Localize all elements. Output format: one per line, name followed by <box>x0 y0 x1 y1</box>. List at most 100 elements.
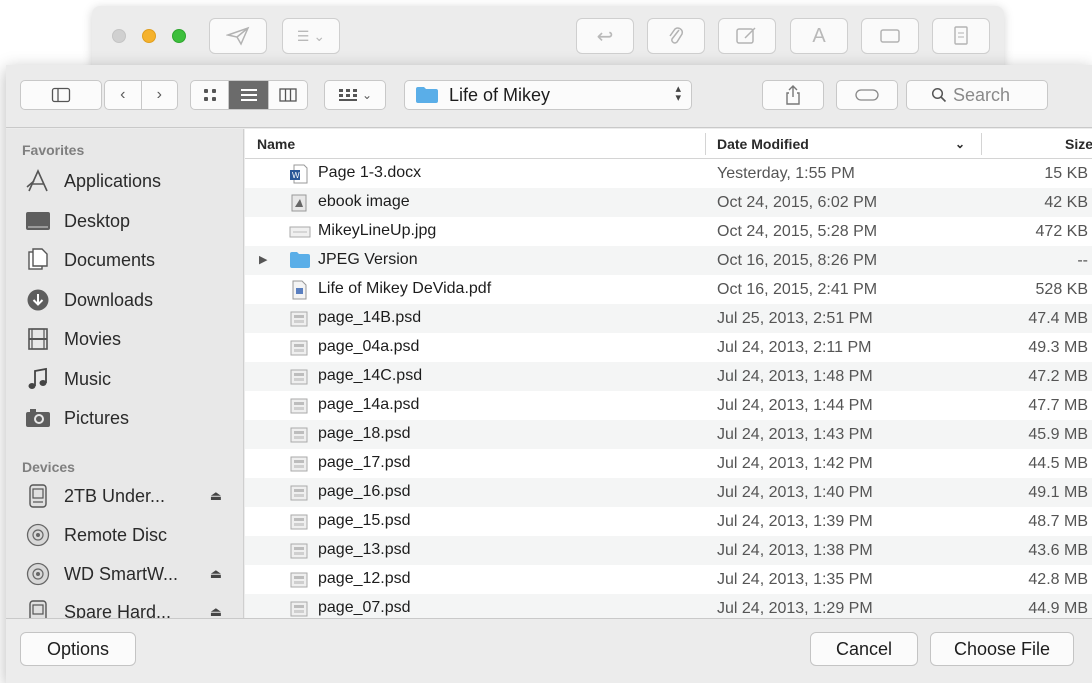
open-file-panel: ‹ › ⌄ Life of Mikey ▴ ▾ Search Favorites… <box>6 65 1092 683</box>
file-row[interactable]: page_15.psd Jul 24, 2013, 1:39 PM 48.7 MB <box>245 507 1092 536</box>
file-size: 42 KB <box>1044 194 1088 211</box>
stationery-button[interactable] <box>932 18 990 54</box>
devices-header: Devices <box>22 459 75 475</box>
file-row[interactable]: page_18.psd Jul 24, 2013, 1:43 PM 45.9 MB <box>245 420 1092 449</box>
folder-row[interactable]: ▶ JPEG Version Oct 16, 2015, 8:26 PM -- <box>245 246 1092 275</box>
sidebar-item-wd-smartware[interactable]: WD SmartW... ⏏ <box>24 559 236 589</box>
search-field[interactable]: Search <box>906 80 1048 110</box>
psd-file-icon <box>289 599 309 618</box>
file-name: page_14B.psd <box>318 309 422 326</box>
share-icon <box>786 85 800 105</box>
name-column-header[interactable]: Name <box>257 136 295 152</box>
cancel-button[interactable]: Cancel <box>810 632 918 666</box>
file-row[interactable]: page_04a.psd Jul 24, 2013, 2:11 PM 49.3 MB <box>245 333 1092 362</box>
file-name: Life of Mikey DeVida.pdf <box>318 280 492 297</box>
file-row[interactable]: page_17.psd Jul 24, 2013, 1:42 PM 44.5 MB <box>245 449 1092 478</box>
downloads-icon <box>24 287 52 313</box>
column-view-button[interactable] <box>267 81 307 109</box>
list-icon: ☰ ⌄ <box>296 27 326 44</box>
file-name: MikeyLineUp.jpg <box>318 222 437 239</box>
file-date-modified: Jul 24, 2013, 1:38 PM <box>717 542 873 559</box>
file-row[interactable]: page_14B.psd Jul 25, 2013, 2:51 PM 47.4 MB <box>245 304 1092 333</box>
panel-footer: Options Cancel Choose File <box>6 618 1092 683</box>
file-name: page_07.psd <box>318 599 411 616</box>
search-placeholder: Search <box>953 84 1011 105</box>
zoom-window-button[interactable] <box>172 29 186 43</box>
psd-file-icon <box>289 570 309 590</box>
file-name: page_13.psd <box>318 541 411 558</box>
sidebar-item-spare-hard[interactable]: Spare Hard... ⏏ <box>24 597 236 618</box>
choose-file-button[interactable]: Choose File <box>930 632 1074 666</box>
file-row[interactable]: page_14C.psd Jul 24, 2013, 1:48 PM 47.2 MB <box>245 362 1092 391</box>
markup-button[interactable] <box>718 18 776 54</box>
file-name: page_18.psd <box>318 425 411 442</box>
file-row[interactable]: page_16.psd Jul 24, 2013, 1:40 PM 49.1 MB <box>245 478 1092 507</box>
sort-chevron-icon[interactable]: ⌄ <box>955 137 965 151</box>
file-row[interactable]: page_14a.psd Jul 24, 2013, 1:44 PM 47.7 MB <box>245 391 1092 420</box>
tags-button[interactable] <box>836 80 898 110</box>
column-divider <box>705 133 706 155</box>
file-date-modified: Jul 24, 2013, 1:35 PM <box>717 571 873 588</box>
sidebar-item-2tb-drive[interactable]: 2TB Under... ⏏ <box>24 481 236 511</box>
sidebar-item-remote-disc[interactable]: Remote Disc <box>24 520 236 550</box>
file-date-modified: Jul 24, 2013, 1:40 PM <box>717 484 873 501</box>
sidebar-item-desktop[interactable]: Desktop <box>24 206 236 236</box>
word-document-icon: W <box>289 164 309 184</box>
reply-button[interactable]: ↩ <box>576 18 634 54</box>
eject-icon[interactable]: ⏏ <box>210 488 222 504</box>
sidebar-item-label: WD SmartW... <box>64 563 178 584</box>
psd-file-icon <box>289 454 309 474</box>
file-row[interactable]: Life of Mikey DeVida.pdf Oct 16, 2015, 2:… <box>245 275 1092 304</box>
column-divider <box>981 133 982 155</box>
location-title: Life of Mikey <box>449 84 551 105</box>
disclosure-triangle-icon[interactable]: ▶ <box>259 253 267 266</box>
file-date-modified: Oct 24, 2015, 5:28 PM <box>717 223 878 240</box>
sidebar: Favorites Applications Desktop Documents… <box>6 129 244 618</box>
sidebar-item-music[interactable]: Music <box>24 364 236 394</box>
minimize-window-button[interactable] <box>142 29 156 43</box>
eject-icon[interactable]: ⏏ <box>210 566 222 582</box>
file-size: 45.9 MB <box>1028 426 1088 443</box>
options-button[interactable]: Options <box>20 632 136 666</box>
sidebar-toggle-button[interactable] <box>20 80 102 110</box>
sidebar-item-movies[interactable]: Movies <box>24 324 236 354</box>
font-icon: A <box>812 24 826 47</box>
close-window-button[interactable] <box>112 29 126 43</box>
desktop-icon <box>24 208 52 234</box>
header-fields-button[interactable]: ☰ ⌄ <box>282 18 340 54</box>
window-icon <box>880 29 900 43</box>
format-button[interactable]: A <box>790 18 848 54</box>
file-size: 49.3 MB <box>1028 339 1088 356</box>
file-row[interactable]: W Page 1-3.docx Yesterday, 1:55 PM 15 KB <box>245 159 1092 188</box>
sidebar-item-downloads[interactable]: Downloads <box>24 285 236 315</box>
file-date-modified: Jul 24, 2013, 1:42 PM <box>717 455 873 472</box>
file-row[interactable]: page_07.psd Jul 24, 2013, 1:29 PM 44.9 MB <box>245 594 1092 618</box>
share-button[interactable] <box>762 80 824 110</box>
sidebar-item-pictures[interactable]: Pictures <box>24 403 236 433</box>
psd-file-icon <box>289 425 309 445</box>
browser-button[interactable] <box>861 18 919 54</box>
file-row[interactable]: ebook image Oct 24, 2015, 6:02 PM 42 KB <box>245 188 1092 217</box>
file-name: page_14a.psd <box>318 396 420 413</box>
date-column-header[interactable]: Date Modified <box>717 136 809 152</box>
arrange-button[interactable]: ⌄ <box>324 80 386 110</box>
file-row[interactable]: page_13.psd Jul 24, 2013, 1:38 PM 43.6 MB <box>245 536 1092 565</box>
size-column-header[interactable]: Size <box>1065 136 1092 152</box>
list-view-button[interactable] <box>228 81 268 109</box>
arrange-grid-icon <box>338 89 357 101</box>
file-row[interactable]: page_12.psd Jul 24, 2013, 1:35 PM 42.8 MB <box>245 565 1092 594</box>
file-size: 528 KB <box>1035 281 1088 298</box>
back-button[interactable]: ‹ <box>105 81 141 109</box>
eject-icon[interactable]: ⏏ <box>210 604 222 618</box>
sidebar-item-documents[interactable]: Documents <box>24 245 236 275</box>
icon-view-button[interactable] <box>191 81 228 109</box>
file-row[interactable]: MikeyLineUp.jpg Oct 24, 2015, 5:28 PM 472 … <box>245 217 1092 246</box>
attach-button[interactable] <box>647 18 705 54</box>
send-button[interactable] <box>209 18 267 54</box>
pdf-file-icon <box>289 280 309 300</box>
hard-drive-icon <box>24 483 52 509</box>
file-date-modified: Jul 24, 2013, 1:29 PM <box>717 600 873 617</box>
sidebar-item-applications[interactable]: Applications <box>24 166 236 196</box>
location-popup[interactable]: Life of Mikey ▴ ▾ <box>404 80 692 110</box>
forward-button[interactable]: › <box>140 81 178 109</box>
